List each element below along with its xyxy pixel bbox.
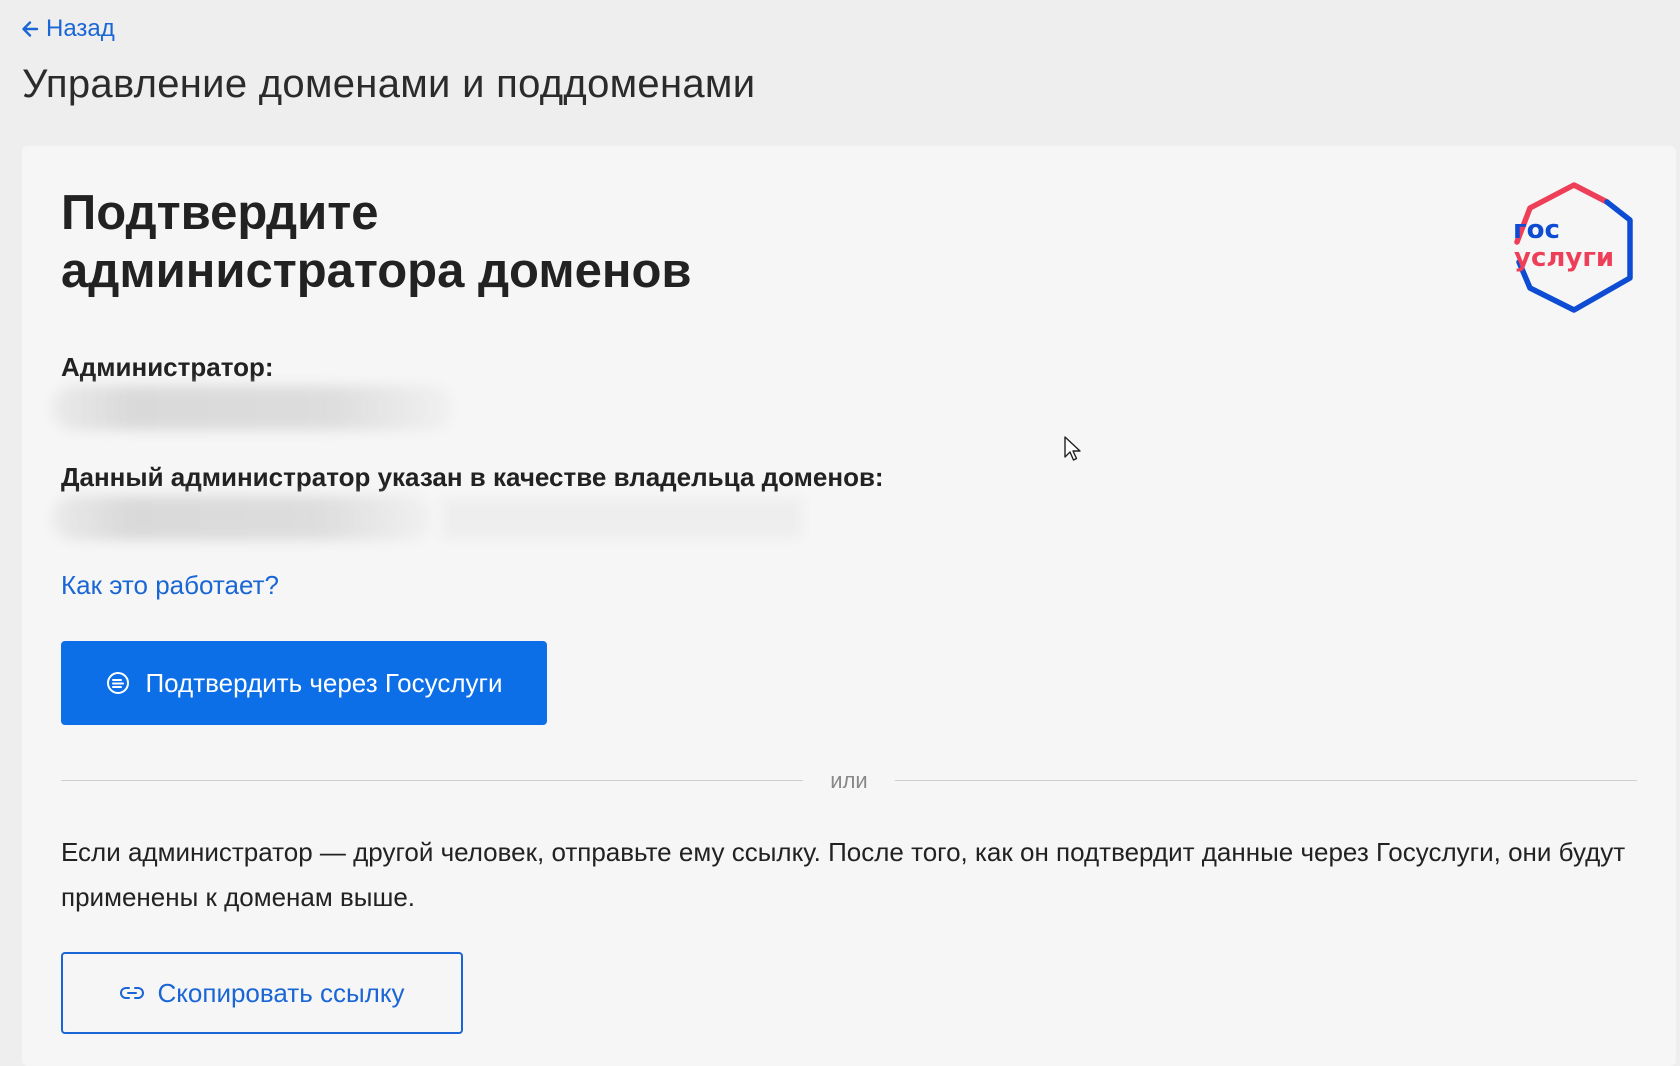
owner-domains-redacted-tail — [442, 498, 802, 538]
logo-text-line1: гос — [1513, 215, 1560, 245]
share-link-info-text: Если администратор — другой человек, отп… — [61, 837, 1626, 912]
page-title: Управление доменами и поддоменами — [22, 62, 756, 106]
link-icon — [120, 987, 145, 999]
confirm-gosuslugi-button[interactable]: Подтвердить через Госуслуги — [61, 641, 547, 725]
or-divider: или — [61, 768, 1637, 793]
back-link[interactable]: Назад — [20, 15, 115, 43]
how-it-works-link[interactable]: Как это работает? — [61, 570, 279, 601]
administrator-label: Администратор: — [61, 352, 274, 382]
card-title-line1: Подтвердите — [61, 186, 379, 240]
owner-domains-redacted — [52, 496, 432, 540]
mouse-cursor-icon — [1064, 436, 1081, 461]
divider-line-right — [895, 780, 1637, 781]
divider-text: или — [830, 768, 868, 793]
copy-link-button[interactable]: Скопировать ссылку — [61, 952, 463, 1034]
administrator-name-redacted — [52, 386, 452, 430]
confirmation-card: Подтвердите администратора доменов гос у… — [22, 146, 1676, 1066]
owner-domains-label: Данный администратор указан в качестве в… — [61, 462, 884, 492]
gosuslugi-logo: гос услуги — [1513, 182, 1633, 313]
copy-link-button-label: Скопировать ссылку — [157, 977, 405, 1008]
divider-line-left — [61, 780, 803, 781]
gosuslugi-icon — [107, 672, 130, 694]
confirm-gosuslugi-button-label: Подтвердить через Госуслуги — [145, 667, 503, 698]
card-title: Подтвердите администратора доменов — [61, 184, 692, 300]
logo-text-line2: услуги — [1514, 243, 1614, 273]
card-title-line2: администратора доменов — [61, 244, 692, 298]
back-link-label: Назад — [46, 15, 115, 42]
arrow-left-icon — [22, 21, 39, 37]
